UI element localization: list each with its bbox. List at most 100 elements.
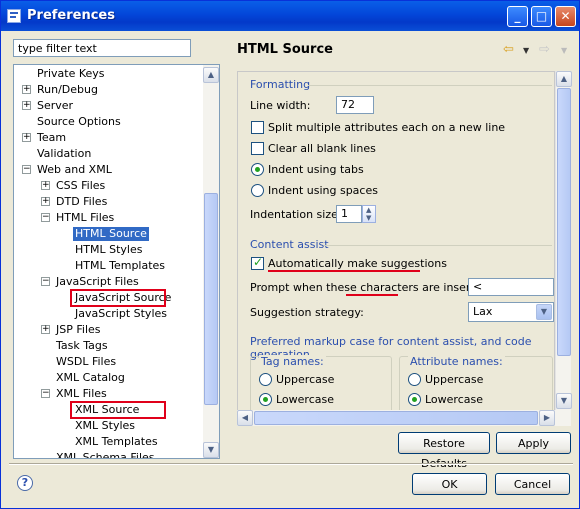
close-button[interactable]: ✕ xyxy=(555,6,576,27)
maximize-icon: □ xyxy=(535,9,548,23)
scroll-right-icon[interactable]: ▶ xyxy=(539,410,555,426)
attr-lowercase-radio[interactable] xyxy=(408,393,421,406)
settings-vertical-scrollbar[interactable]: ▲ ▼ xyxy=(555,71,572,425)
tree-item[interactable]: − XML Files xyxy=(14,386,205,402)
clear-blank-lines-checkbox[interactable] xyxy=(251,142,264,155)
tree-item[interactable]: − Web and XML xyxy=(14,162,205,178)
tree-item[interactable]: JavaScript Source xyxy=(14,289,205,307)
tree-item[interactable]: + Team xyxy=(14,130,205,146)
tag-names-title: Tag names: xyxy=(259,355,326,368)
collapse-icon[interactable]: − xyxy=(22,165,31,174)
line-width-input[interactable]: 72 xyxy=(336,96,374,114)
collapse-icon[interactable]: − xyxy=(41,213,50,222)
minimize-button[interactable]: _ xyxy=(507,6,528,27)
tree-item[interactable]: Private Keys xyxy=(14,66,205,82)
indentation-size-spinner[interactable]: ▲ ▼ xyxy=(362,205,376,223)
scroll-down-icon[interactable]: ▼ xyxy=(556,393,572,409)
forward-arrow-icon[interactable]: ⇨ xyxy=(539,42,550,57)
expand-icon[interactable]: + xyxy=(41,325,50,334)
filter-input[interactable] xyxy=(13,39,191,57)
characters-highlight xyxy=(346,294,398,296)
auto-suggestions-checkbox[interactable] xyxy=(251,255,264,270)
expand-icon[interactable]: + xyxy=(22,85,31,94)
prompt-characters-input[interactable]: < xyxy=(468,278,554,296)
tree-item[interactable]: Task Tags xyxy=(14,338,205,354)
tag-uppercase-radio[interactable] xyxy=(259,373,272,386)
preferences-tree: Private Keys + Run/Debug + Server Source Opti… xyxy=(13,64,220,459)
tree-item-label: Web and XML xyxy=(37,163,112,176)
tree-item[interactable]: XML Styles xyxy=(14,418,205,434)
tree-item-label: CSS Files xyxy=(56,179,106,192)
spin-up-icon[interactable]: ▲ xyxy=(366,206,371,214)
expand-icon[interactable]: + xyxy=(22,133,31,142)
tree-item-label: Private Keys xyxy=(37,67,105,80)
scroll-left-icon[interactable]: ◀ xyxy=(237,410,253,426)
tree-item[interactable]: WSDL Files xyxy=(14,354,205,370)
tree-item-label: JavaScript Styles xyxy=(75,307,167,320)
tree-item-label: XML Files xyxy=(56,387,107,400)
expand-icon[interactable]: + xyxy=(41,197,50,206)
tree-item[interactable]: XML Source xyxy=(14,401,205,419)
tree-item[interactable]: XML Templates xyxy=(14,434,205,450)
tree-rows: Private Keys + Run/Debug + Server Source Opti… xyxy=(14,65,205,458)
tree-item[interactable]: − HTML Files xyxy=(14,210,205,226)
tree-item[interactable]: HTML Templates xyxy=(14,258,205,274)
tree-item[interactable]: HTML Source xyxy=(14,226,205,242)
tree-item-label: XML Schema Files xyxy=(56,451,155,458)
tree-item-label: Team xyxy=(37,131,67,144)
attr-uppercase-radio[interactable] xyxy=(408,373,421,386)
maximize-button[interactable]: □ xyxy=(531,6,552,27)
settings-horizontal-scrollbar[interactable]: ◀ ▶ xyxy=(237,410,571,426)
attr-uppercase-label: Uppercase xyxy=(425,373,484,386)
expand-icon[interactable]: + xyxy=(22,101,31,110)
tree-item[interactable]: − JavaScript Files xyxy=(14,274,205,290)
indent-spaces-radio[interactable] xyxy=(251,184,264,197)
scroll-down-icon[interactable]: ▼ xyxy=(203,442,219,458)
tree-item[interactable]: + Run/Debug xyxy=(14,82,205,98)
ok-button[interactable]: OK xyxy=(412,473,487,495)
apply-button[interactable]: Apply xyxy=(496,432,571,454)
line-width-label: Line width: xyxy=(250,99,311,112)
tree-item[interactable]: + Server xyxy=(14,98,205,114)
tree-item[interactable]: Validation xyxy=(14,146,205,162)
tree-item-label: Task Tags xyxy=(56,339,108,352)
chevron-down-icon[interactable]: ▼ xyxy=(536,304,552,320)
tree-item[interactable]: XML Schema Files xyxy=(14,450,205,458)
spin-down-icon[interactable]: ▼ xyxy=(366,214,371,222)
indentation-size-input[interactable]: 1 xyxy=(336,205,362,223)
back-menu-chevron-icon[interactable]: ▼ xyxy=(523,46,529,55)
restore-defaults-button[interactable]: Restore Defaults xyxy=(398,432,490,470)
tree-item[interactable]: + DTD Files xyxy=(14,194,205,210)
tag-lowercase-radio[interactable] xyxy=(259,393,272,406)
tree-item-label: Validation xyxy=(37,147,92,160)
expand-icon[interactable]: + xyxy=(41,181,50,190)
collapse-icon[interactable]: − xyxy=(41,277,50,286)
tree-item[interactable]: Source Options xyxy=(14,114,205,130)
split-attributes-label: Split multiple attributes each on a new … xyxy=(268,121,506,134)
cancel-button[interactable]: Cancel xyxy=(495,473,570,495)
forward-menu-chevron-icon[interactable]: ▼ xyxy=(561,46,567,55)
indent-tabs-radio[interactable] xyxy=(251,163,264,176)
suggestion-strategy-select[interactable]: Lax ▼ xyxy=(468,302,554,322)
tree-scroll-thumb[interactable] xyxy=(204,193,218,405)
collapse-icon[interactable]: − xyxy=(41,389,50,398)
split-attributes-checkbox[interactable] xyxy=(251,121,264,134)
tag-uppercase-label: Uppercase xyxy=(276,373,335,386)
attribute-names-title: Attribute names: xyxy=(408,355,505,368)
tree-vertical-scrollbar[interactable]: ▲ ▼ xyxy=(203,65,219,458)
help-icon[interactable]: ? xyxy=(17,475,33,491)
tree-item[interactable]: + CSS Files xyxy=(14,178,205,194)
scroll-up-icon[interactable]: ▲ xyxy=(556,71,572,87)
back-arrow-icon[interactable]: ⇦ xyxy=(503,42,514,57)
tree-item[interactable]: + JSP Files xyxy=(14,322,205,338)
tree-item[interactable]: JavaScript Styles xyxy=(14,306,205,322)
settings-scroll-thumb[interactable] xyxy=(557,88,571,356)
scroll-up-icon[interactable]: ▲ xyxy=(203,67,219,83)
settings-hscroll-thumb[interactable] xyxy=(254,411,538,425)
tree-item[interactable]: XML Catalog xyxy=(14,370,205,386)
indent-spaces-label: Indent using spaces xyxy=(268,184,378,197)
html-source-settings: Formatting Line width: 72 Split multiple… xyxy=(237,71,555,425)
tree-item-label: HTML Styles xyxy=(75,243,143,256)
tree-item-label: HTML Source xyxy=(73,227,149,241)
tree-item[interactable]: HTML Styles xyxy=(14,242,205,258)
